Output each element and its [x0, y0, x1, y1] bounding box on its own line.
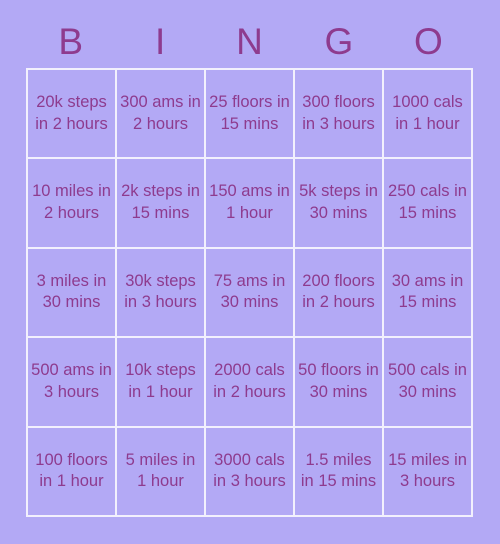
- bingo-header-letter-o: O: [413, 20, 443, 62]
- bingo-cell-label: 200 floors in 2 hours: [302, 271, 375, 312]
- bingo-cell[interactable]: 500 ams in 3 hours: [28, 338, 115, 426]
- bingo-cell[interactable]: 10k steps in 1 hour: [117, 338, 204, 426]
- bingo-cell-label: 10k steps in 1 hour: [125, 361, 196, 401]
- bingo-cell-label: 3 miles in 30 mins: [36, 271, 107, 312]
- bingo-cell[interactable]: 20k steps in 2 hours: [28, 70, 115, 158]
- bingo-cell-label: 50 floors in 30 mins: [298, 361, 379, 401]
- bingo-cell-label: 100 floors in 1 hour: [35, 450, 108, 491]
- bingo-cell-label: 75 ams in 30 mins: [213, 271, 286, 312]
- bingo-cell-label: 20k steps in 2 hours: [35, 92, 108, 133]
- bingo-cell-label: 10 miles in 2 hours: [32, 182, 111, 223]
- bingo-card: B I N G O 20k steps in 2 hours 300 ams i…: [0, 0, 500, 544]
- bingo-cell-label: 500 cals in 30 mins: [388, 361, 467, 401]
- bingo-cell-label: 15 miles in 3 hours: [388, 450, 467, 491]
- bingo-cell[interactable]: 15 miles in 3 hours: [384, 427, 471, 515]
- bingo-cell-label: 5k steps in 30 mins: [299, 182, 378, 223]
- bingo-cell[interactable]: 300 floors in 3 hours: [295, 70, 382, 158]
- bingo-cell[interactable]: 1000 cals in 1 hour: [384, 70, 471, 158]
- bingo-cell-label: 1.5 miles in 15 mins: [300, 450, 377, 491]
- bingo-cell[interactable]: 300 ams in 2 hours: [117, 70, 204, 158]
- bingo-header-letter-n: N: [236, 20, 263, 62]
- bingo-cell[interactable]: 3 miles in 30 mins: [28, 248, 115, 337]
- bingo-cell[interactable]: 75 ams in 30 mins: [206, 248, 293, 337]
- bingo-cell[interactable]: 5 miles in 1 hour: [117, 427, 204, 515]
- bingo-cell-label: 3000 cals in 3 hours: [213, 450, 286, 491]
- bingo-cell[interactable]: 25 floors in 15 mins: [206, 70, 293, 158]
- bingo-header: B I N G O: [26, 14, 473, 68]
- bingo-cell[interactable]: 150 ams in 1 hour: [206, 159, 293, 247]
- bingo-cell[interactable]: 5k steps in 30 mins: [295, 159, 382, 247]
- bingo-cell-label: 300 ams in 2 hours: [120, 92, 201, 133]
- bingo-header-letter-g: G: [324, 20, 354, 62]
- bingo-cell-label: 1000 cals in 1 hour: [392, 92, 463, 133]
- bingo-cell-label: 30 ams in 15 mins: [391, 271, 464, 312]
- bingo-cell[interactable]: 250 cals in 15 mins: [384, 159, 471, 247]
- bingo-cell-label: 500 ams in 3 hours: [31, 361, 112, 401]
- bingo-cell[interactable]: 500 cals in 30 mins: [384, 338, 471, 426]
- bingo-cell-label: 30k steps in 3 hours: [124, 271, 197, 312]
- bingo-cell-label: 5 miles in 1 hour: [125, 450, 196, 491]
- bingo-header-letter-b: B: [58, 20, 84, 62]
- bingo-cell[interactable]: 30k steps in 3 hours: [117, 248, 204, 337]
- bingo-cell[interactable]: 30 ams in 15 mins: [384, 248, 471, 337]
- bingo-cell[interactable]: 1.5 miles in 15 mins: [295, 427, 382, 515]
- bingo-cell-label: 250 cals in 15 mins: [388, 182, 467, 223]
- bingo-grid: 20k steps in 2 hours 300 ams in 2 hours …: [26, 68, 473, 517]
- bingo-cell[interactable]: 200 floors in 2 hours: [295, 248, 382, 337]
- bingo-cell[interactable]: 2k steps in 15 mins: [117, 159, 204, 247]
- bingo-cell-label: 300 floors in 3 hours: [302, 92, 375, 133]
- bingo-cell-label: 150 ams in 1 hour: [209, 182, 290, 223]
- bingo-cell-label: 2000 cals in 2 hours: [213, 361, 286, 401]
- bingo-cell[interactable]: 2000 cals in 2 hours: [206, 338, 293, 426]
- bingo-cell[interactable]: 50 floors in 30 mins: [295, 338, 382, 426]
- bingo-cell[interactable]: 3000 cals in 3 hours: [206, 427, 293, 515]
- bingo-cell[interactable]: 10 miles in 2 hours: [28, 159, 115, 247]
- bingo-cell-label: 2k steps in 15 mins: [121, 182, 200, 223]
- bingo-cell[interactable]: 100 floors in 1 hour: [28, 427, 115, 515]
- bingo-cell-label: 25 floors in 15 mins: [209, 92, 290, 133]
- bingo-header-letter-i: I: [154, 20, 166, 62]
